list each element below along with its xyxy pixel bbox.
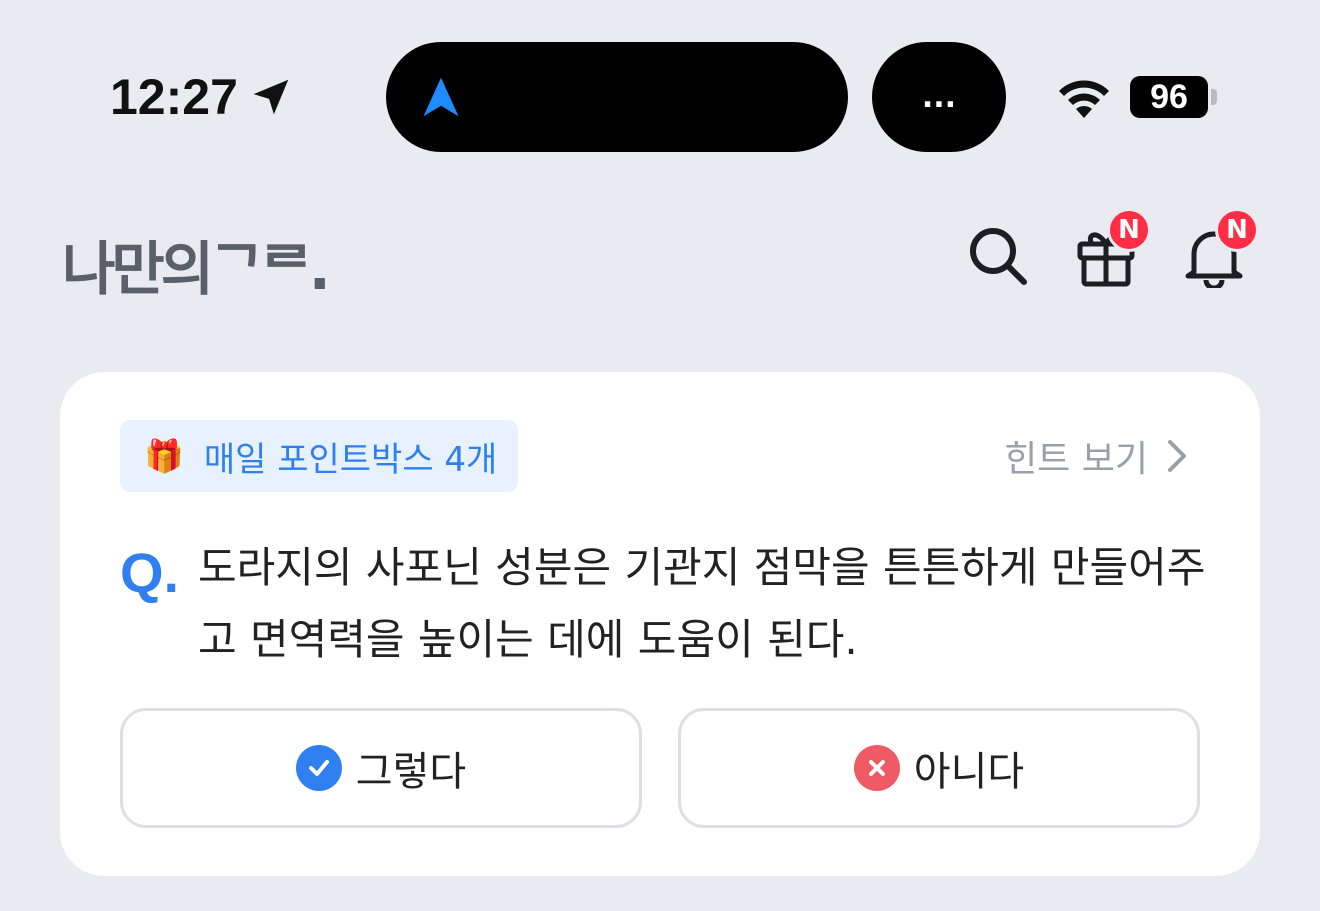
- status-time: 12:27: [110, 68, 294, 126]
- time-text: 12:27: [110, 69, 238, 125]
- battery-level: 96: [1150, 77, 1188, 116]
- hint-label: 힌트 보기: [1004, 439, 1148, 480]
- gift-new-badge: N: [1107, 208, 1151, 252]
- dynamic-island-navigation[interactable]: [386, 42, 848, 152]
- gift-emoji-icon: 🎁: [144, 437, 184, 475]
- answer-no-button[interactable]: 아니다: [678, 708, 1200, 828]
- question-text: 도라지의 사포닌 성분은 기관지 점막을 튼튼하게 만들어주고 면역력을 높이는…: [198, 543, 1206, 664]
- daily-pointbox-chip[interactable]: 🎁 매일 포인트박스 4개: [120, 420, 518, 492]
- question-mark-label: Q.: [120, 541, 180, 604]
- quiz-card: 🎁 매일 포인트박스 4개 힌트 보기 Q. 도라지의 사포닌 성분은 기관지 …: [60, 372, 1260, 876]
- answer-yes-button[interactable]: 그렇다: [120, 708, 642, 828]
- search-button[interactable]: [966, 224, 1030, 288]
- battery-tip: [1211, 89, 1217, 105]
- pointbox-label: 매일 포인트박스 4개: [203, 439, 498, 480]
- island-more-text: ...: [921, 79, 957, 115]
- screen: 12:27 ... 96 나만의ᄀᄅ. N N 🎁 매일 포인트박스 4개 힌트…: [0, 0, 1320, 911]
- answer-no-label: 아니다: [913, 749, 1025, 795]
- check-circle-icon: [295, 745, 342, 791]
- navigation-arrow-icon: [423, 77, 459, 117]
- hint-link[interactable]: 힌트 보기: [1004, 430, 1190, 482]
- app-logo[interactable]: 나만의ᄀᄅ.: [62, 222, 331, 306]
- location-arrow-icon: [253, 79, 289, 115]
- x-circle-icon: [853, 745, 900, 791]
- notification-new-badge: N: [1215, 208, 1259, 252]
- search-icon: [970, 228, 1027, 285]
- battery-indicator: 96: [1130, 76, 1208, 118]
- dynamic-island-more[interactable]: ...: [872, 42, 1006, 152]
- chevron-right-icon: [1168, 440, 1186, 472]
- wifi-icon: [1059, 80, 1109, 118]
- answer-yes-label: 그렇다: [355, 749, 467, 795]
